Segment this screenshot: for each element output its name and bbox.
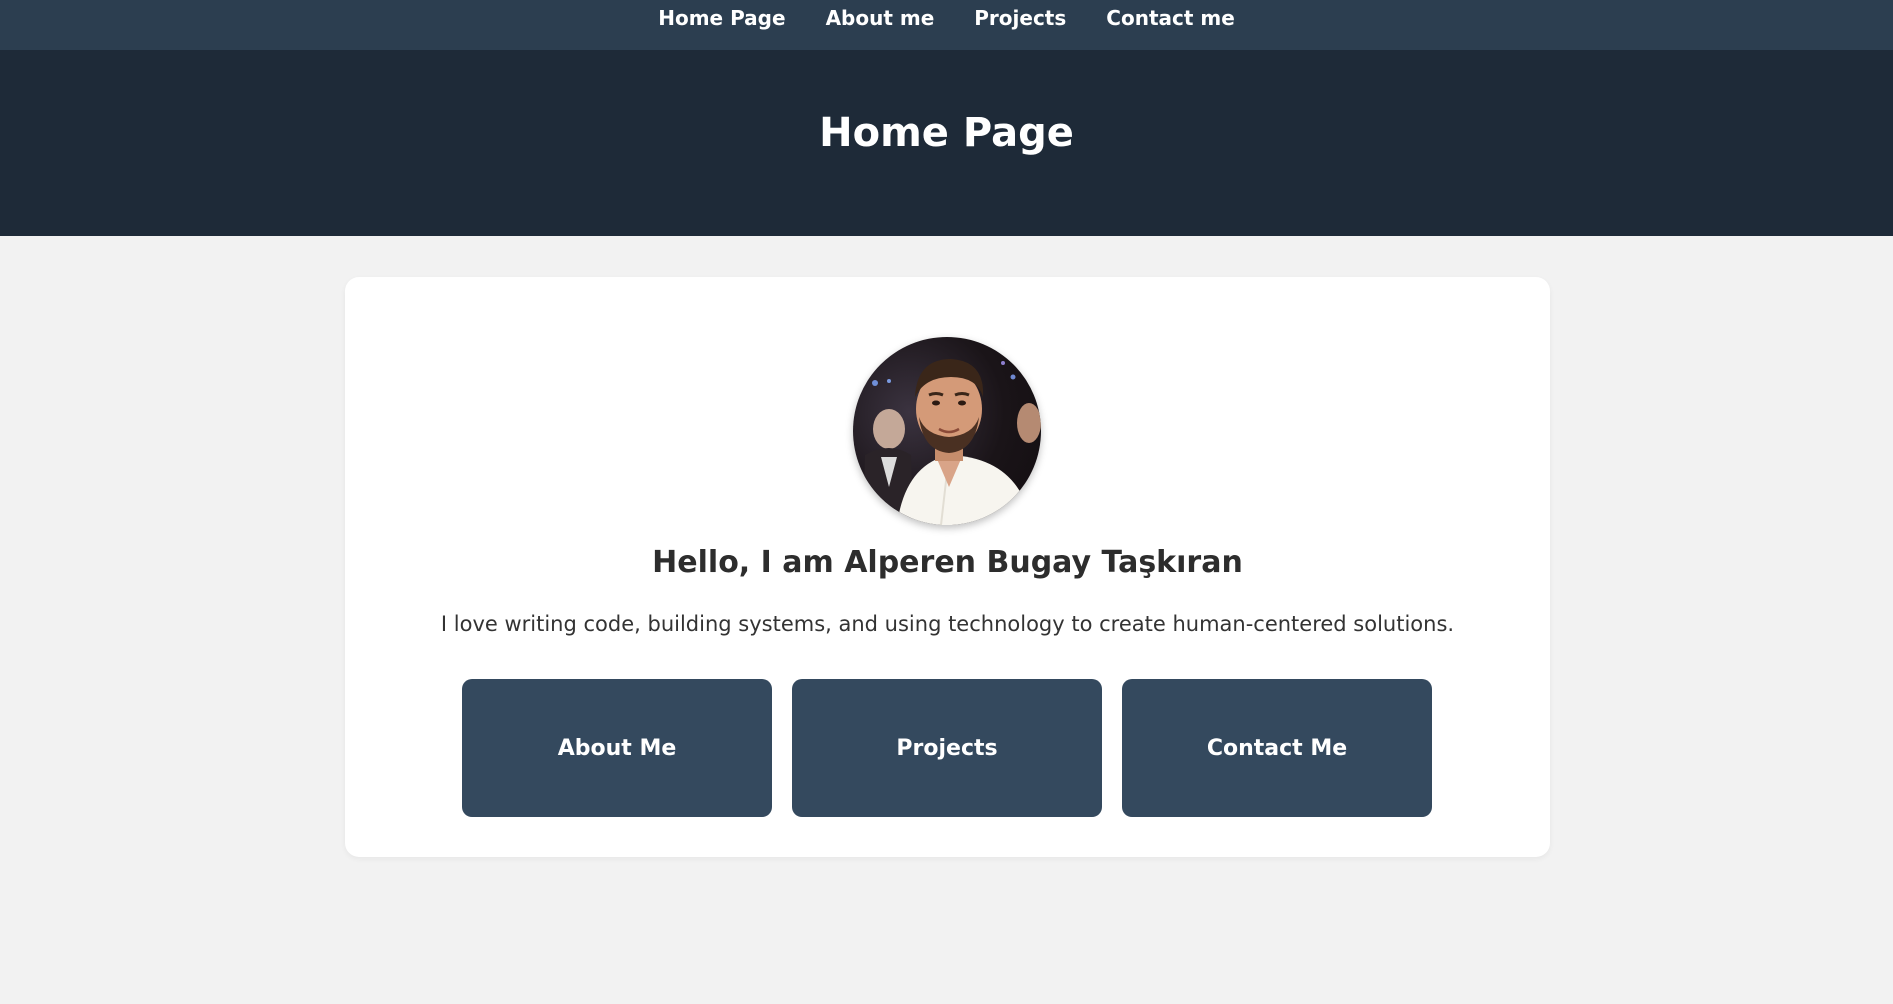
profile-intro: I love writing code, building systems, a… [440, 612, 1455, 636]
about-me-button[interactable]: About Me [462, 679, 772, 817]
avatar [853, 337, 1041, 525]
avatar-photo [863, 359, 1041, 525]
top-nav: Home Page About me Projects Contact me [0, 0, 1893, 50]
profile-greeting: Hello, I am Alperen Bugay Taşkıran [652, 545, 1243, 580]
contact-me-button[interactable]: Contact Me [1122, 679, 1432, 817]
nav-link-projects[interactable]: Projects [974, 6, 1066, 30]
action-buttons: About Me Projects Contact Me [462, 679, 1432, 817]
projects-button[interactable]: Projects [792, 679, 1102, 817]
nav-link-about[interactable]: About me [826, 6, 935, 30]
nav-link-home[interactable]: Home Page [658, 6, 785, 30]
page-title: Home Page [819, 110, 1074, 156]
page-header: Home Page [0, 50, 1893, 236]
profile-card: Hello, I am Alperen Bugay Taşkıran I lov… [345, 277, 1550, 857]
nav-link-contact[interactable]: Contact me [1106, 6, 1235, 30]
